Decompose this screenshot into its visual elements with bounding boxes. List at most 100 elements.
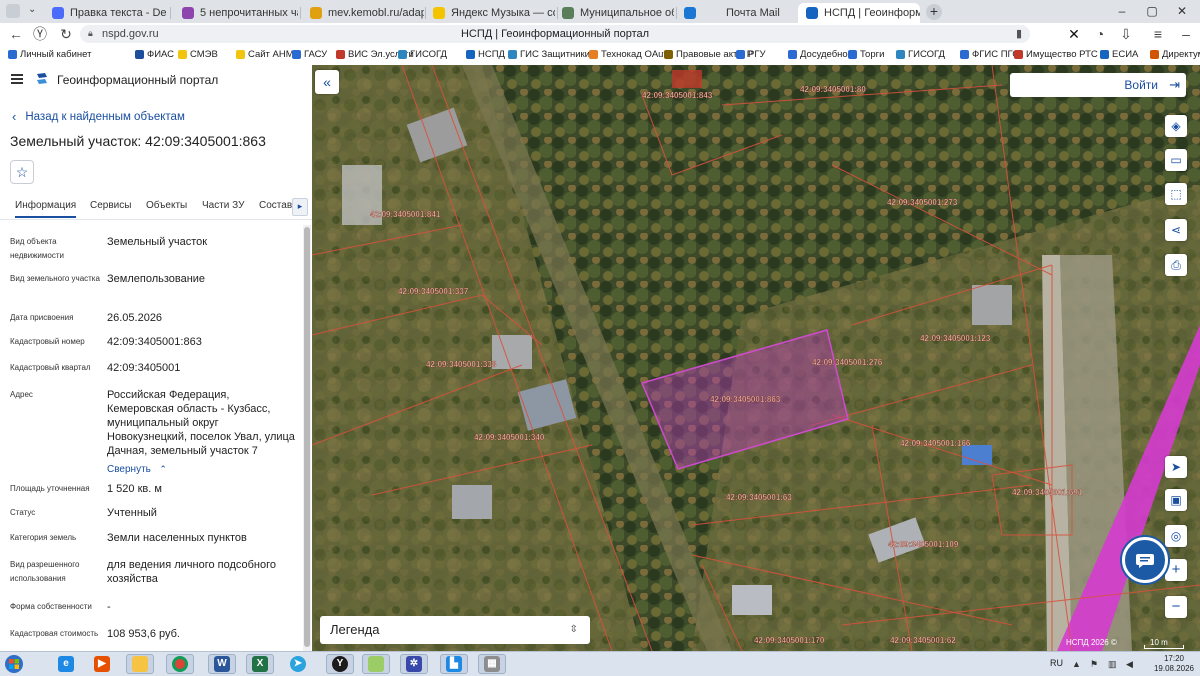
maximize-icon[interactable]: ▢ bbox=[1138, 0, 1166, 23]
tab-information[interactable]: Информация bbox=[15, 200, 77, 218]
bookmark-item[interactable]: Технокад OAuth bbox=[589, 49, 671, 60]
address-bar[interactable]: 🔒︎ nspd.gov.ru НСПД | Геоинформационный … bbox=[80, 25, 1030, 43]
collapse-panel-button[interactable]: « bbox=[315, 70, 339, 94]
yandex-home-icon[interactable]: Ⓨ bbox=[32, 26, 48, 42]
chat-button[interactable] bbox=[1122, 537, 1168, 583]
share-icon[interactable]: ⋖ bbox=[1165, 219, 1187, 241]
chevron-right-icon[interactable]: ▸ bbox=[292, 198, 308, 216]
bookmark-label: Досудебное bbox=[800, 49, 853, 60]
telegram-icon[interactable]: ➤ bbox=[284, 654, 312, 674]
word-icon[interactable]: W bbox=[208, 654, 236, 674]
field-label: Вид объекта недвижимости bbox=[10, 237, 64, 260]
bookmark-icon[interactable]: ▮ bbox=[1016, 27, 1022, 40]
locate-icon[interactable]: ➤ bbox=[1165, 456, 1187, 478]
bookmark-item[interactable]: ГИС Защитники с bbox=[508, 49, 597, 60]
archive-icon[interactable]: ▦ bbox=[478, 654, 506, 674]
excel-icon[interactable]: X bbox=[246, 654, 274, 674]
bookmark-item[interactable]: ЕСИА bbox=[1100, 49, 1138, 60]
bookmark-item[interactable]: НСПД bbox=[466, 49, 505, 60]
tab-composition[interactable]: Состав bbox=[259, 200, 292, 211]
browser-tab-active[interactable]: НСПД | Геоинформаци ✕ bbox=[798, 3, 920, 23]
hamburger-menu-icon[interactable] bbox=[11, 74, 23, 84]
bookmark-favicon-icon bbox=[466, 50, 475, 59]
chat-icon bbox=[182, 7, 194, 19]
browser-tab-4[interactable]: Яндекс Музыка — собира bbox=[425, 3, 555, 23]
tab-list-icon[interactable] bbox=[6, 4, 20, 18]
user-icon[interactable]: ◔ bbox=[1092, 26, 1108, 42]
tab-services[interactable]: Сервисы bbox=[90, 200, 131, 211]
app-icon[interactable]: ▙ bbox=[440, 654, 468, 674]
flag-icon[interactable]: ⚑ bbox=[1090, 659, 1100, 669]
bookmark-item[interactable]: Досудебное bbox=[788, 49, 853, 60]
favorite-star-icon[interactable]: ☆ bbox=[10, 160, 34, 184]
back-to-results-link[interactable]: ‹ Назад к найденным объектам bbox=[12, 109, 185, 124]
bookmark-item[interactable]: ГАСУ bbox=[292, 49, 327, 60]
bookmarks-bar: Личный кабинет ФИАС СМЭВ Сайт АНМО ГАСУ ВИС Э… bbox=[0, 45, 1200, 66]
measure-icon[interactable]: ▭ bbox=[1165, 149, 1187, 171]
windows-start-icon[interactable] bbox=[3, 654, 25, 674]
map-copyright: НСПД 2026 © bbox=[1066, 638, 1117, 647]
portal-name: Геоинформационный портал bbox=[57, 73, 219, 87]
show-hidden-icon[interactable]: ▲ bbox=[1072, 659, 1082, 669]
collapse-icon[interactable]: – bbox=[1178, 26, 1194, 42]
browser-tab-5[interactable]: Муниципальное образов bbox=[554, 3, 674, 23]
select-area-icon[interactable]: ⬚ bbox=[1165, 183, 1187, 205]
tab-scroll-icon[interactable]: ⌄ bbox=[28, 4, 36, 15]
media-player-icon[interactable]: ▶ bbox=[88, 654, 116, 674]
reload-icon[interactable]: ↻ bbox=[58, 26, 74, 42]
field-label: Статус bbox=[10, 508, 36, 517]
bookmark-item[interactable]: СМЭВ bbox=[178, 49, 218, 60]
bookmark-item[interactable]: ФГИС ПГС bbox=[960, 49, 1019, 60]
field-value: 1 520 кв. м bbox=[107, 483, 162, 495]
scrollbar-thumb[interactable] bbox=[304, 227, 310, 647]
bookmark-item[interactable]: Личный кабинет bbox=[8, 49, 91, 60]
browser-tab-6[interactable]: Почта Mail bbox=[676, 3, 796, 23]
parcel-label: 42:09:3405001:80 bbox=[800, 85, 866, 94]
ie-icon[interactable]: e bbox=[52, 654, 80, 674]
volume-icon[interactable]: ◀ bbox=[1126, 659, 1136, 669]
field-label: Категория земель bbox=[10, 533, 77, 542]
menu-icon[interactable]: ≡ bbox=[1150, 26, 1166, 42]
map-view[interactable]: 42:09:3405001:843 42:09:3405001:80 42:09… bbox=[312, 65, 1200, 651]
bookmark-item[interactable]: Директум РХ bbox=[1150, 49, 1200, 60]
zoom-in-button[interactable]: + bbox=[1165, 559, 1187, 581]
bookmark-item[interactable]: ФИАС bbox=[135, 49, 174, 60]
back-arrow-icon[interactable]: ← bbox=[8, 26, 24, 42]
panel-scrollbar[interactable] bbox=[303, 225, 311, 651]
layers-icon[interactable]: ◈ bbox=[1165, 115, 1187, 137]
photos-icon[interactable] bbox=[362, 654, 390, 674]
tab-parts[interactable]: Части ЗУ bbox=[202, 200, 244, 211]
bookmark-item[interactable]: ГИСОГД bbox=[398, 49, 447, 60]
new-tab-button[interactable]: + bbox=[926, 4, 942, 20]
file-explorer-icon[interactable] bbox=[126, 654, 154, 674]
place-marker-icon[interactable]: ◎ bbox=[1165, 525, 1187, 547]
login-button[interactable]: Войти ⇥ bbox=[1010, 73, 1186, 97]
minimize-icon[interactable]: – bbox=[1108, 0, 1136, 23]
bookmark-item[interactable]: ГИСОГД bbox=[896, 49, 945, 60]
zoom-out-button[interactable]: − bbox=[1165, 596, 1187, 618]
chrome-icon[interactable] bbox=[166, 654, 194, 674]
window-close-icon[interactable]: ✕ bbox=[1168, 0, 1196, 23]
bookmark-item[interactable]: Торги bbox=[848, 49, 884, 60]
extension-icon[interactable]: ✕ bbox=[1066, 26, 1082, 42]
collapse-address-link[interactable]: Свернуть ⌃ bbox=[107, 459, 167, 477]
bookmark-item[interactable]: Имущество РТС bbox=[1014, 49, 1098, 60]
screenshot-icon[interactable]: ▣ bbox=[1165, 489, 1187, 511]
browser-tab-3[interactable]: mev.kemobl.ru/adapter-w bbox=[302, 3, 424, 23]
clock[interactable]: 17:20 19.08.2026 bbox=[1152, 654, 1196, 674]
bookmark-item[interactable]: РГУ bbox=[736, 49, 766, 60]
download-icon[interactable]: ⇩ bbox=[1118, 26, 1134, 42]
browser-tab-1[interactable]: Правка текста - DeepSee bbox=[44, 3, 166, 23]
field-label: Кадастровый квартал bbox=[10, 363, 91, 372]
network-icon[interactable]: ✲ bbox=[400, 654, 428, 674]
satellite-imagery[interactable]: 42:09:3405001:843 42:09:3405001:80 42:09… bbox=[312, 65, 1200, 651]
network-tray-icon[interactable]: ▥ bbox=[1108, 659, 1118, 669]
legend-dropdown[interactable]: Легенда ⇳ bbox=[320, 616, 590, 644]
language-indicator[interactable]: RU bbox=[1050, 658, 1063, 668]
print-icon[interactable]: ⎙ bbox=[1165, 254, 1187, 276]
bookmark-favicon-icon bbox=[1014, 50, 1023, 59]
tab-objects[interactable]: Объекты bbox=[146, 200, 187, 211]
browser-tab-2[interactable]: 5 непрочитанных чатов bbox=[174, 3, 298, 23]
map-scale-bar bbox=[1144, 645, 1184, 649]
yandex-browser-icon[interactable]: Y bbox=[326, 654, 354, 674]
